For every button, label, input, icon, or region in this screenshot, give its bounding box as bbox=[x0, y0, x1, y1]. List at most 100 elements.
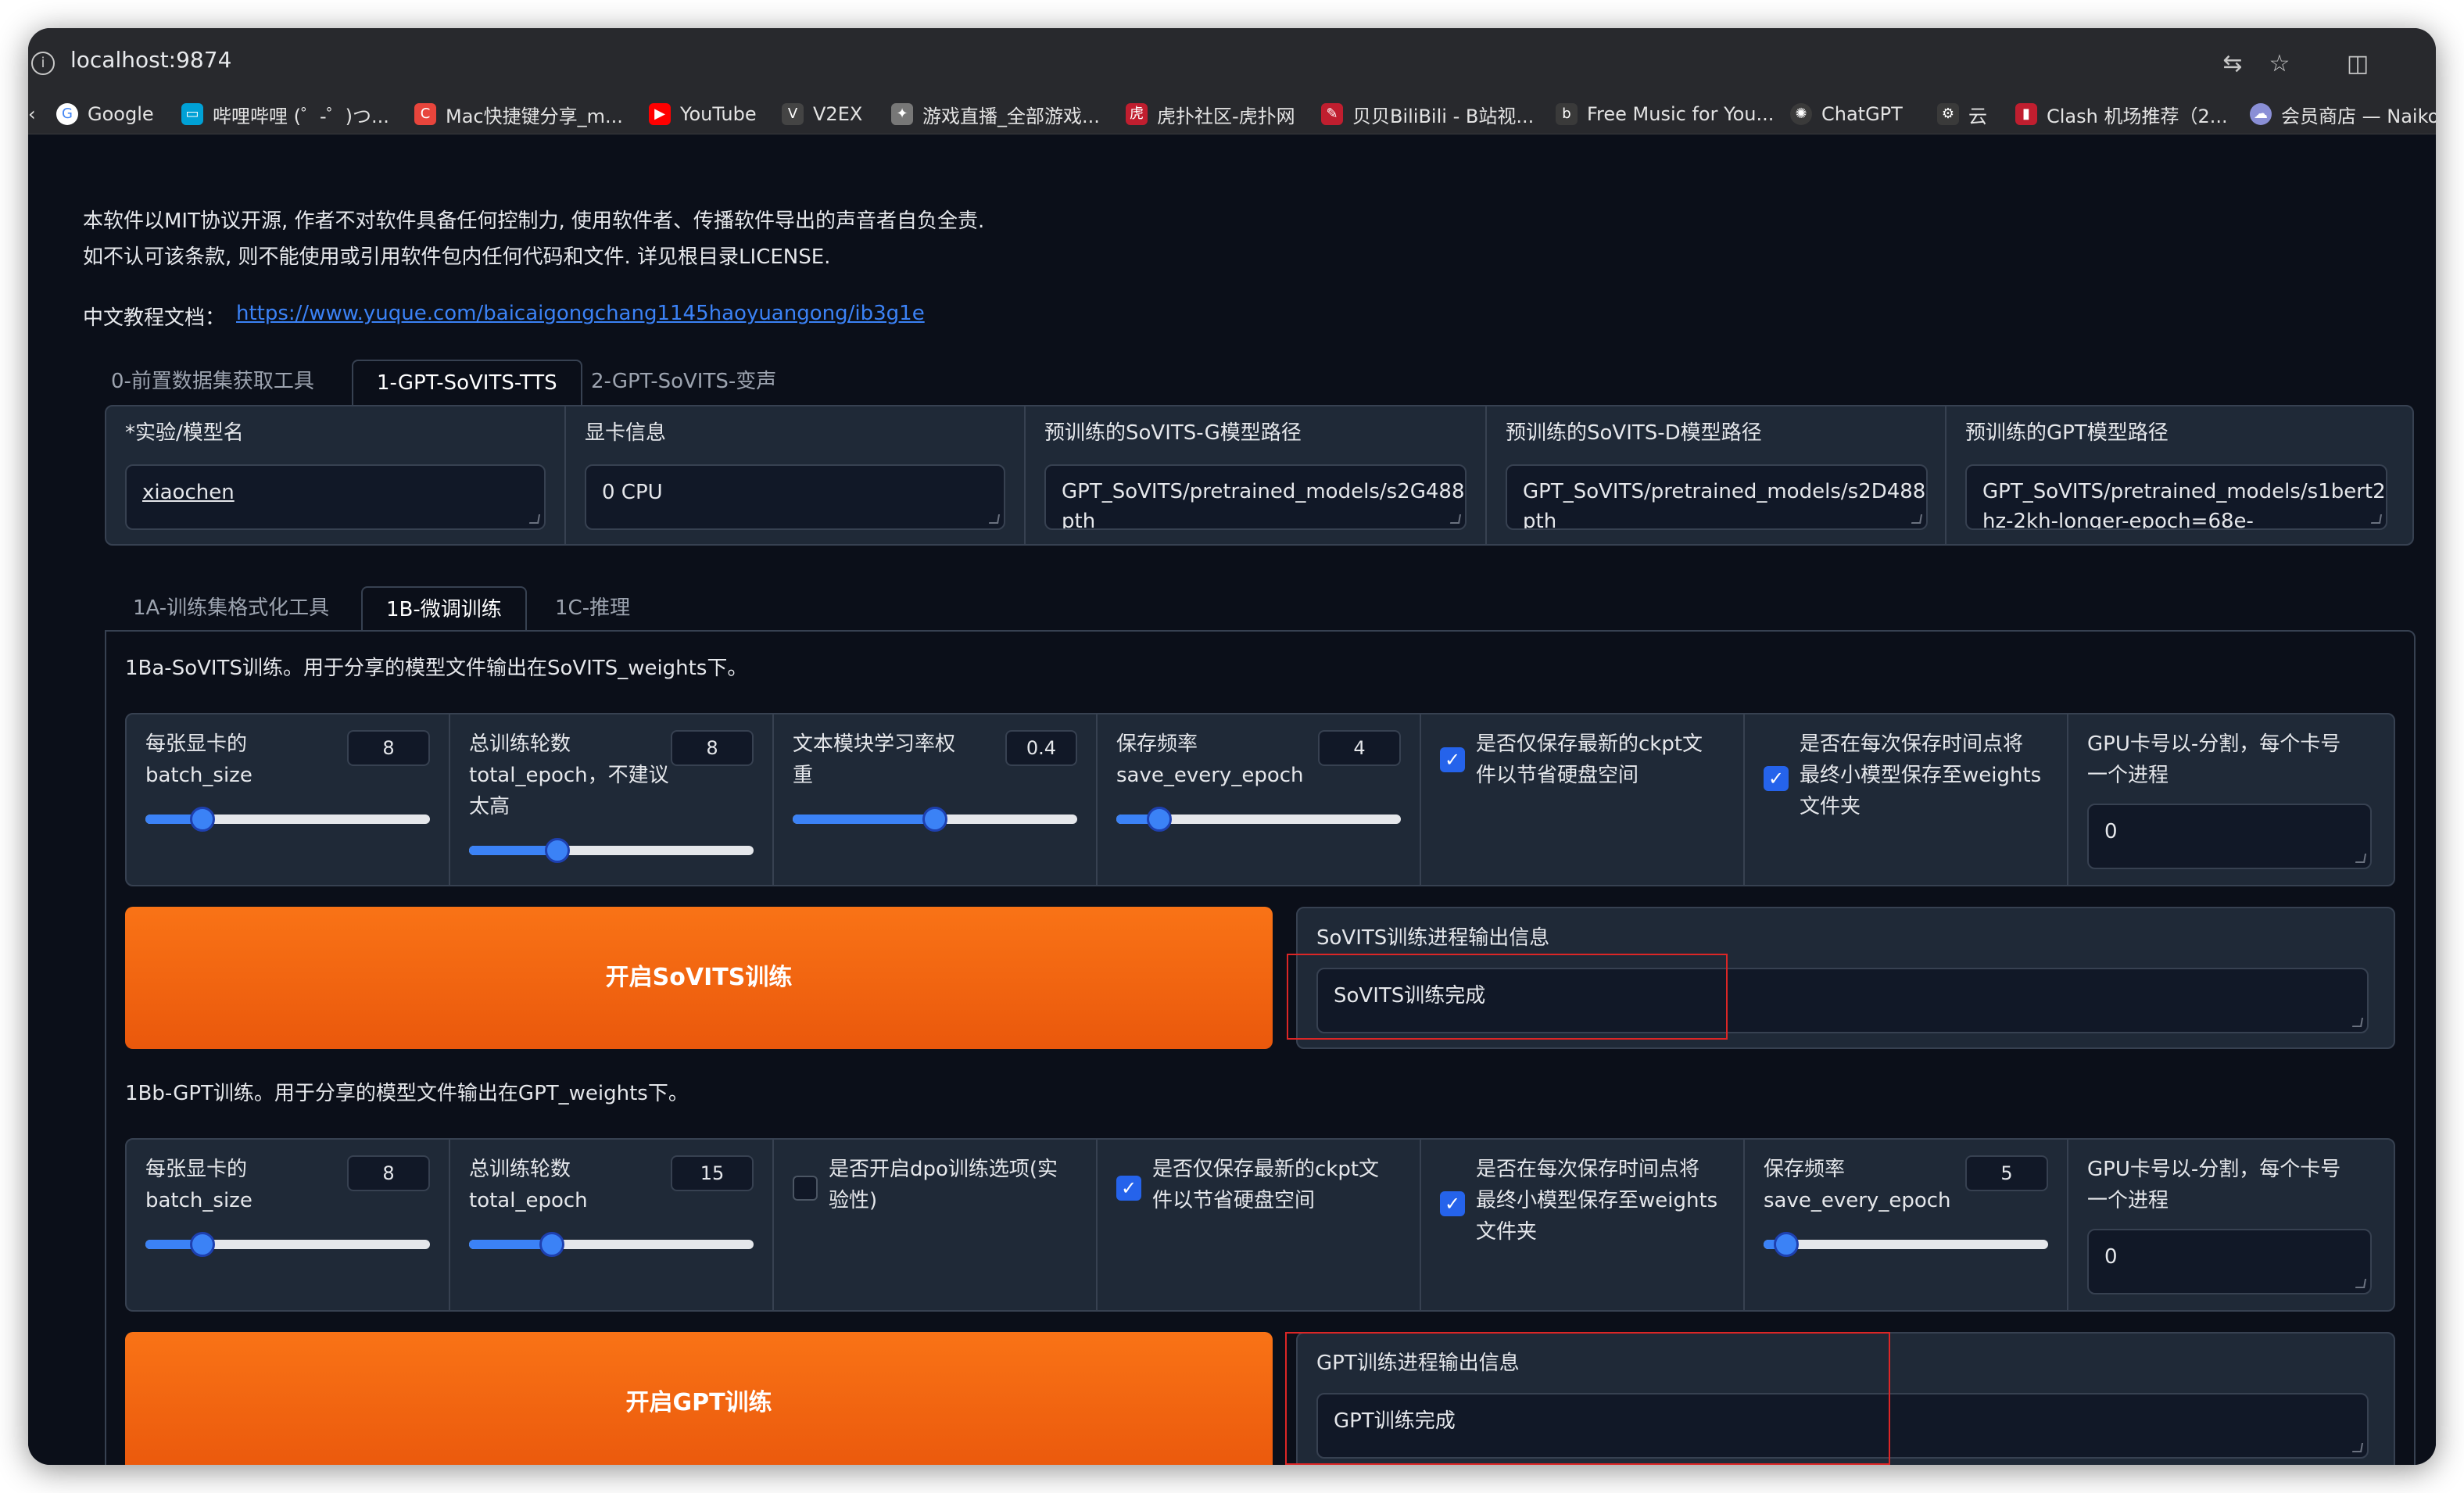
sovits-epoch-slider[interactable] bbox=[469, 838, 754, 863]
resize-handle-icon[interactable] bbox=[2355, 1279, 2367, 1288]
gpt-save-latest-checkbox[interactable]: ✓ bbox=[1116, 1176, 1141, 1201]
sovits-save-latest-checkbox[interactable]: ✓ bbox=[1440, 747, 1465, 772]
gpt-model-input[interactable]: GPT_SoVITS/pretrained_models/s1bert25 hz-… bbox=[1965, 464, 2387, 530]
url-text[interactable]: localhost:9874 bbox=[70, 47, 231, 73]
divider bbox=[1945, 406, 1946, 544]
tab-finetune-training[interactable]: 1B-微调训练 bbox=[361, 586, 527, 632]
translate-icon[interactable]: ⇆ bbox=[2217, 48, 2248, 80]
bookmark-google[interactable]: G Google bbox=[56, 102, 154, 127]
divider bbox=[772, 1140, 774, 1310]
slider-thumb[interactable] bbox=[922, 807, 947, 832]
tab-inference[interactable]: 1C-推理 bbox=[532, 586, 654, 632]
bookmark-member-store[interactable]: ☁ 会员商店 — Naiko bbox=[2250, 102, 2436, 127]
sovits-batch-slider[interactable] bbox=[145, 807, 430, 832]
gpt-batch-slider[interactable] bbox=[145, 1232, 430, 1257]
sovits-text-lr-number[interactable]: 0.4 bbox=[1005, 730, 1077, 766]
tab-dataset-tools[interactable]: 0-前置数据集获取工具 bbox=[88, 360, 338, 405]
gpt-save-small-checkbox[interactable]: ✓ bbox=[1440, 1191, 1465, 1216]
divider bbox=[1743, 714, 1745, 885]
gpt-save-latest-label-2: 件以节省硬盘空间 bbox=[1152, 1189, 1316, 1212]
sovits-epoch-label-3: 太高 bbox=[469, 795, 510, 818]
sovits-gpu-ids-value: 0 bbox=[2104, 820, 2118, 843]
gpt-epoch-slider[interactable] bbox=[469, 1232, 754, 1257]
slider-thumb[interactable] bbox=[539, 1232, 564, 1257]
slider-thumb[interactable] bbox=[544, 838, 570, 863]
resize-handle-icon[interactable] bbox=[988, 514, 1001, 524]
resize-handle-icon[interactable] bbox=[528, 514, 541, 524]
slider-thumb[interactable] bbox=[189, 807, 215, 832]
sovits-batch-label: 每张显卡的 bbox=[145, 732, 248, 756]
sovits-save-freq-slider[interactable] bbox=[1116, 807, 1401, 832]
divider bbox=[1420, 1140, 1421, 1310]
sovits-save-freq-label: 保存频率 bbox=[1116, 732, 1198, 756]
resize-handle-icon[interactable] bbox=[1449, 514, 1462, 524]
bookmark-v2ex[interactable]: V V2EX bbox=[782, 102, 862, 127]
sovits-g-input[interactable]: GPT_SoVITS/pretrained_models/s2G488k. pth bbox=[1044, 464, 1467, 530]
bookmark-youtube[interactable]: ▶ YouTube bbox=[649, 102, 757, 127]
info-icon[interactable]: i bbox=[31, 52, 55, 75]
resize-handle-icon[interactable] bbox=[2370, 514, 2383, 524]
bookmark-bilibili-b[interactable]: ✎ 贝贝BiliBili - B站视... bbox=[1321, 102, 1534, 127]
bookmark-star-icon[interactable]: ☆ bbox=[2264, 48, 2295, 80]
bookmark-cloud[interactable]: ⚙ 云 bbox=[1937, 102, 1987, 127]
exp-name-input[interactable]: xiaochen bbox=[125, 464, 546, 530]
slider-thumb[interactable] bbox=[1774, 1232, 1800, 1257]
doc-label: 中文教程文档： bbox=[83, 306, 226, 330]
b-icon: b bbox=[1556, 103, 1578, 125]
v2ex-icon: V bbox=[782, 103, 804, 125]
tab-voice-change[interactable]: 2-GPT-SoVITS-变声 bbox=[568, 360, 800, 405]
sovits-gpu-ids-input[interactable]: 0 bbox=[2087, 804, 2372, 869]
sovits-text-lr-slider[interactable] bbox=[793, 807, 1077, 832]
sovits-save-freq-number[interactable]: 4 bbox=[1318, 730, 1401, 766]
sovits-save-small-checkbox[interactable]: ✓ bbox=[1764, 766, 1789, 791]
sovits-batch-label-2: batch_size bbox=[145, 764, 252, 787]
bookmark-mac-shortcuts[interactable]: C Mac快捷键分享_m... bbox=[414, 102, 623, 127]
license-notice-line1: 本软件以MIT协议开源, 作者不对软件具备任何控制力, 使用软件者、传播软件导出… bbox=[83, 209, 985, 233]
bookmark-hupu[interactable]: 虎虎扑社区-虎扑网 bbox=[1126, 102, 1295, 127]
exp-name-label: *实验/模型名 bbox=[125, 421, 244, 445]
license-notice-line2: 如不认可该条款, 则不能使用或引用软件包内任何代码和文件. 详见根目录LICEN… bbox=[83, 245, 831, 269]
bookmarks-more[interactable]: ‹ bbox=[28, 102, 36, 127]
gpu-info-input[interactable]: 0 CPU bbox=[585, 464, 1005, 530]
bookmark-free-music[interactable]: b Free Music for You... bbox=[1556, 102, 1774, 127]
gpt-batch-number[interactable]: 8 bbox=[347, 1155, 430, 1191]
tab-dataset-format[interactable]: 1A-训练集格式化工具 bbox=[109, 586, 353, 632]
bookmark-game-live[interactable]: ✦ 游戏直播_全部游戏... bbox=[891, 102, 1100, 127]
google-icon: G bbox=[56, 103, 78, 125]
gpt-epoch-number[interactable]: 15 bbox=[671, 1155, 754, 1191]
resize-handle-icon[interactable] bbox=[2351, 1018, 2364, 1027]
resize-handle-icon[interactable] bbox=[1911, 514, 1923, 524]
bookmark-chatgpt[interactable]: ✺ ChatGPT bbox=[1790, 102, 1903, 127]
gpt-gpu-ids-input[interactable]: 0 bbox=[2087, 1229, 2372, 1294]
divider bbox=[1024, 406, 1026, 544]
bookmark-bilibili[interactable]: ▭ 哔哩哔哩 (゜-゜)つ... bbox=[181, 102, 389, 127]
gpt-save-freq-slider[interactable] bbox=[1764, 1232, 2048, 1257]
slider-thumb[interactable] bbox=[189, 1232, 215, 1257]
chatgpt-icon: ✺ bbox=[1790, 103, 1812, 125]
bookmark-label: Clash 机场推荐（2... bbox=[2047, 105, 2228, 127]
bookmark-label: Free Music for You... bbox=[1587, 103, 1775, 125]
sovits-batch-number[interactable]: 8 bbox=[347, 730, 430, 766]
gpt-dpo-checkbox[interactable] bbox=[793, 1176, 818, 1201]
bookmark-clash[interactable]: ▮ Clash 机场推荐（2... bbox=[2015, 102, 2228, 127]
sovits-save-freq-label-2: save_every_epoch bbox=[1116, 764, 1304, 787]
tab-gpt-sovits-tts[interactable]: 1-GPT-SoVITS-TTS bbox=[352, 360, 582, 405]
gpt-gpu-ids-value: 0 bbox=[2104, 1245, 2118, 1269]
resize-handle-icon[interactable] bbox=[2351, 1443, 2364, 1452]
doc-link[interactable]: https://www.yuque.com/baicaigongchang114… bbox=[236, 302, 925, 325]
sovits-epoch-number[interactable]: 8 bbox=[671, 730, 754, 766]
divider bbox=[564, 406, 566, 544]
bookmark-label: 贝贝BiliBili - B站视... bbox=[1352, 105, 1535, 127]
divider bbox=[1096, 714, 1098, 885]
exp-name-value: xiaochen bbox=[142, 481, 235, 504]
resize-handle-icon[interactable] bbox=[2355, 854, 2367, 863]
slider-fill bbox=[469, 846, 557, 855]
extension-icon[interactable]: ◫ bbox=[2342, 48, 2373, 80]
slider-thumb[interactable] bbox=[1146, 807, 1172, 832]
sovits-d-input[interactable]: GPT_SoVITS/pretrained_models/s2D488k. pth bbox=[1506, 464, 1928, 530]
start-sovits-training-button[interactable]: 开启SoVITS训练 bbox=[125, 907, 1273, 1049]
highlight-box bbox=[1287, 954, 1728, 1040]
gpt-save-freq-label-2: save_every_epoch bbox=[1764, 1189, 1951, 1212]
gpt-save-freq-number[interactable]: 5 bbox=[1965, 1155, 2048, 1191]
start-gpt-training-button[interactable]: 开启GPT训练 bbox=[125, 1332, 1273, 1465]
